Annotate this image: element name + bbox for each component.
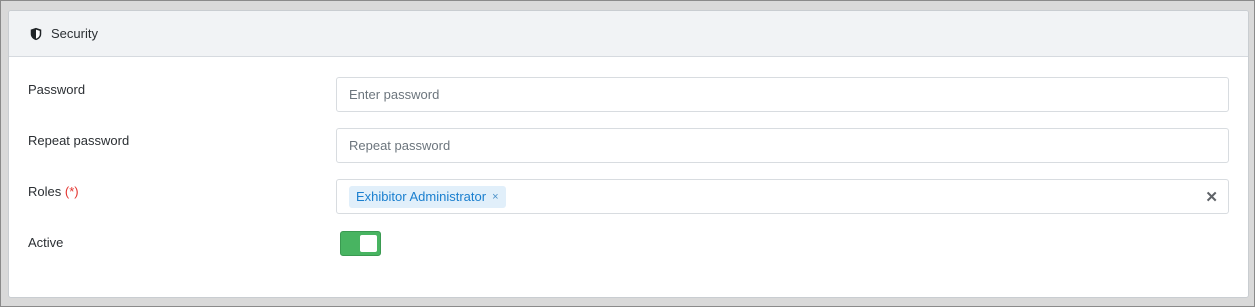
remove-tag-icon[interactable]: × (492, 191, 498, 203)
roles-select[interactable]: Exhibitor Administrator × ✕ (336, 179, 1229, 214)
security-card: Security Password Repeat password Roles … (8, 10, 1249, 298)
required-marker: (*) (64, 184, 79, 199)
shield-icon (29, 27, 43, 41)
role-tag: Exhibitor Administrator × (349, 185, 506, 208)
window-frame: Security Password Repeat password Roles … (0, 0, 1255, 307)
clear-selection-icon[interactable]: ✕ (1205, 188, 1218, 206)
section-title: Security (51, 26, 98, 41)
repeat-password-label: Repeat password (28, 133, 130, 148)
card-header: Security (9, 11, 1248, 57)
active-toggle[interactable] (340, 231, 381, 256)
roles-label-text: Roles (28, 184, 62, 199)
repeat-password-input[interactable] (336, 128, 1229, 163)
toggle-knob (360, 235, 377, 252)
active-label: Active (28, 235, 64, 250)
password-input[interactable] (336, 77, 1229, 112)
role-tag-label: Exhibitor Administrator (356, 189, 487, 204)
roles-label: Roles (*) (28, 184, 79, 199)
password-label: Password (28, 82, 86, 97)
